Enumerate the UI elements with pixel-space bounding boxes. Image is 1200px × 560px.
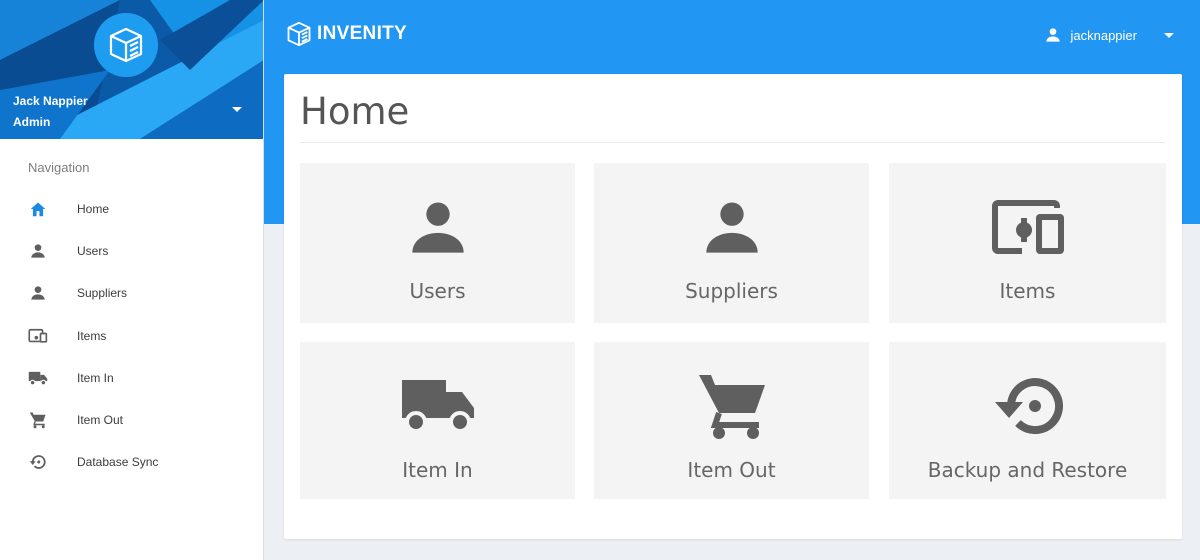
tile-label: Suppliers — [685, 279, 778, 303]
nav-list: Home Users Suppliers Items Item In Item … — [0, 188, 263, 483]
main-card: Home Users Suppliers Items Item In Item … — [284, 74, 1182, 539]
profile-name: Jack Nappier — [13, 94, 88, 108]
tile-label: Backup and Restore — [927, 458, 1128, 482]
devices-icon — [990, 195, 1066, 259]
person-icon — [28, 241, 48, 261]
sidebar-item-item-out[interactable]: Item Out — [0, 399, 263, 441]
sidebar-item-label: Items — [77, 328, 107, 343]
user-menu[interactable]: jacknappier — [1045, 27, 1174, 43]
sidebar-item-label: Home — [77, 202, 110, 217]
tile-item-out[interactable]: Item Out — [594, 342, 869, 499]
restore-icon — [28, 452, 48, 472]
brand[interactable]: INVENITY — [284, 20, 407, 48]
person-icon — [1045, 28, 1060, 42]
tile-item-in[interactable]: Item In — [300, 342, 575, 499]
sidebar-item-label: Suppliers — [77, 286, 128, 301]
nav-title: Navigation — [28, 160, 90, 175]
tile-label: Users — [409, 279, 466, 303]
truck-icon — [400, 374, 476, 438]
username: jacknappier — [1070, 27, 1138, 43]
cube-icon — [109, 27, 143, 63]
tile-users[interactable]: Users — [300, 163, 575, 323]
home-icon — [28, 199, 48, 219]
tile-backup-and-restore[interactable]: Backup and Restore — [889, 342, 1166, 499]
sidebar-item-suppliers[interactable]: Suppliers — [0, 272, 263, 314]
profile-role: Admin — [13, 115, 51, 129]
devices-icon — [28, 326, 48, 346]
brand-name: INVENITY — [317, 23, 408, 44]
sidebar-item-label: Item Out — [77, 413, 124, 428]
sidebar-item-label: Database Sync — [77, 455, 159, 470]
sidebar-item-label: Item In — [77, 370, 114, 385]
person-icon — [28, 283, 48, 303]
sidebar-item-items[interactable]: Items — [0, 315, 263, 357]
tile-suppliers[interactable]: Suppliers — [594, 163, 869, 323]
sidebar-item-label: Users — [77, 244, 109, 259]
sidebar-item-users[interactable]: Users — [0, 230, 263, 272]
app-logo — [94, 13, 158, 77]
sidebar-item-home[interactable]: Home — [0, 188, 263, 230]
tile-items[interactable]: Items — [889, 163, 1166, 323]
profile-menu-toggle[interactable] — [232, 107, 242, 112]
sidebar-item-item-in[interactable]: Item In — [0, 357, 263, 399]
chevron-down-icon — [1164, 32, 1174, 38]
profile-header: Jack Nappier Admin — [0, 0, 263, 139]
tile-label: Item Out — [687, 458, 776, 482]
restore-icon — [993, 374, 1063, 438]
tile-label: Items — [999, 279, 1056, 303]
cube-icon — [287, 21, 311, 47]
cart-icon — [28, 410, 48, 430]
cart-icon — [697, 374, 767, 439]
page-title: Home — [300, 90, 410, 133]
truck-icon — [28, 368, 48, 388]
person-icon — [704, 195, 760, 259]
person-icon — [410, 195, 466, 259]
tile-label: Item In — [402, 458, 473, 482]
sidebar-item-database-sync[interactable]: Database Sync — [0, 441, 263, 483]
title-divider — [300, 142, 1165, 143]
sidebar: Jack Nappier Admin Navigation Home Users… — [0, 0, 264, 560]
